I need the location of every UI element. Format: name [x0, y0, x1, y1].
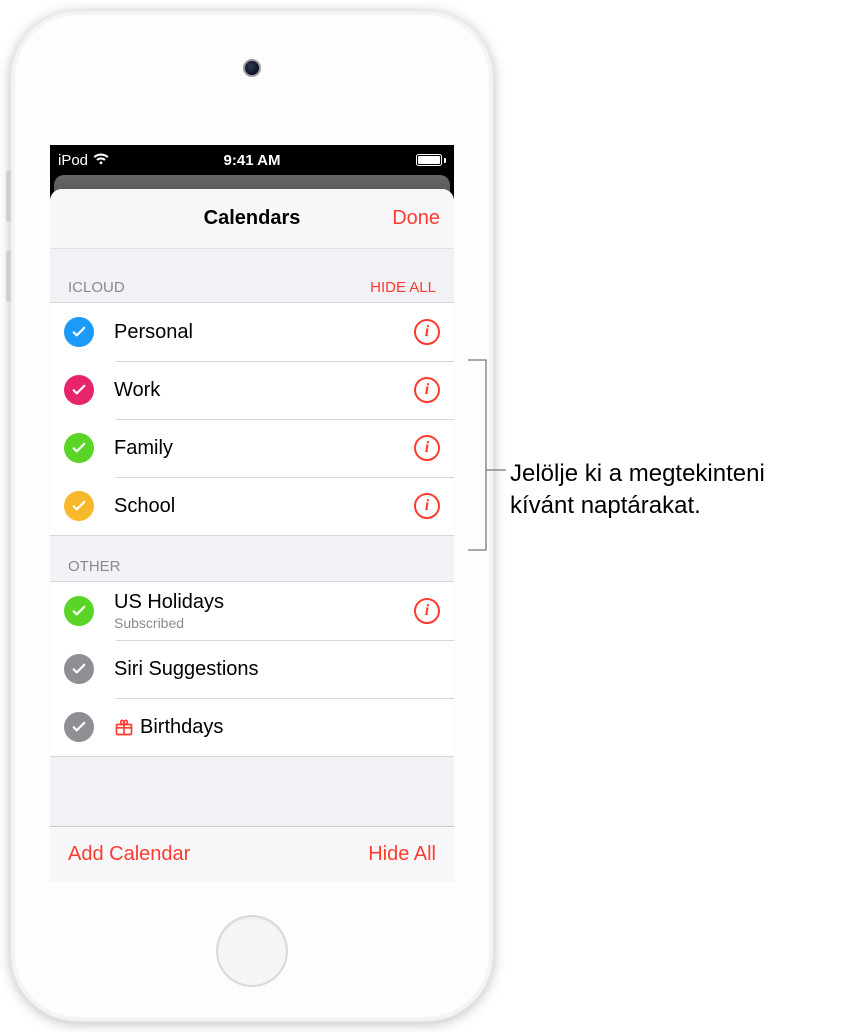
section-title-icloud: ICLOUD	[68, 279, 125, 296]
checkmark-icon[interactable]	[64, 433, 94, 463]
checkmark-icon[interactable]	[64, 491, 94, 521]
modal-title: Calendars	[204, 207, 301, 230]
other-list: US Holidays Subscribed i Siri Suggestion…	[50, 581, 454, 757]
callout-text: Jelölje ki a megtekinteni kívánt naptára…	[510, 458, 830, 523]
checkmark-icon[interactable]	[64, 712, 94, 742]
calendar-label: Family	[114, 437, 404, 460]
done-button[interactable]: Done	[392, 207, 440, 230]
checkmark-icon[interactable]	[64, 375, 94, 405]
calendar-label: School	[114, 495, 404, 518]
front-camera	[243, 59, 261, 77]
hide-all-button[interactable]: Hide All	[368, 843, 436, 866]
calendar-row-work[interactable]: Work i	[50, 361, 454, 419]
wifi-icon	[93, 152, 109, 168]
calendar-label: US Holidays	[114, 591, 404, 614]
info-icon[interactable]: i	[414, 493, 440, 519]
calendar-row-family[interactable]: Family i	[50, 419, 454, 477]
screen: iPod 9:41 AM Calendars Done	[50, 145, 454, 882]
checkmark-icon[interactable]	[64, 654, 94, 684]
calendar-label: Siri Suggestions	[114, 658, 440, 681]
icloud-list: Personal i Work i	[50, 302, 454, 536]
calendars-modal: Calendars Done ICLOUD HIDE ALL Persona	[50, 189, 454, 882]
carrier-label: iPod	[58, 152, 88, 169]
bottom-toolbar: Add Calendar Hide All	[50, 826, 454, 882]
checkmark-icon[interactable]	[64, 317, 94, 347]
info-icon[interactable]: i	[414, 598, 440, 624]
calendar-list-scroll[interactable]: ICLOUD HIDE ALL Personal i	[50, 249, 454, 826]
section-header-other: OTHER	[50, 536, 454, 581]
calendar-label: Work	[114, 379, 404, 402]
calendar-row-birthdays[interactable]: Birthdays	[50, 698, 454, 756]
hide-all-icloud-button[interactable]: HIDE ALL	[370, 279, 436, 296]
calendar-label: Birthdays	[140, 716, 223, 739]
calendar-row-siri[interactable]: Siri Suggestions	[50, 640, 454, 698]
checkmark-icon[interactable]	[64, 596, 94, 626]
info-icon[interactable]: i	[414, 435, 440, 461]
clock-label: 9:41 AM	[224, 152, 281, 169]
section-title-other: OTHER	[68, 558, 121, 575]
info-icon[interactable]: i	[414, 319, 440, 345]
device-frame: iPod 9:41 AM Calendars Done	[10, 10, 494, 1022]
calendar-row-personal[interactable]: Personal i	[50, 303, 454, 361]
add-calendar-button[interactable]: Add Calendar	[68, 843, 190, 866]
info-icon[interactable]: i	[414, 377, 440, 403]
gift-icon	[114, 717, 134, 737]
battery-icon	[416, 154, 446, 166]
calendar-row-us-holidays[interactable]: US Holidays Subscribed i	[50, 582, 454, 640]
section-header-icloud: ICLOUD HIDE ALL	[50, 249, 454, 302]
status-bar: iPod 9:41 AM	[50, 145, 454, 175]
volume-down-button	[6, 250, 11, 302]
volume-up-button	[6, 170, 11, 222]
modal-header: Calendars Done	[50, 189, 454, 249]
home-button[interactable]	[216, 915, 288, 987]
calendar-row-school[interactable]: School i	[50, 477, 454, 535]
device-body: iPod 9:41 AM Calendars Done	[15, 15, 489, 1017]
calendar-label: Personal	[114, 321, 404, 344]
calendar-sublabel: Subscribed	[114, 615, 404, 631]
